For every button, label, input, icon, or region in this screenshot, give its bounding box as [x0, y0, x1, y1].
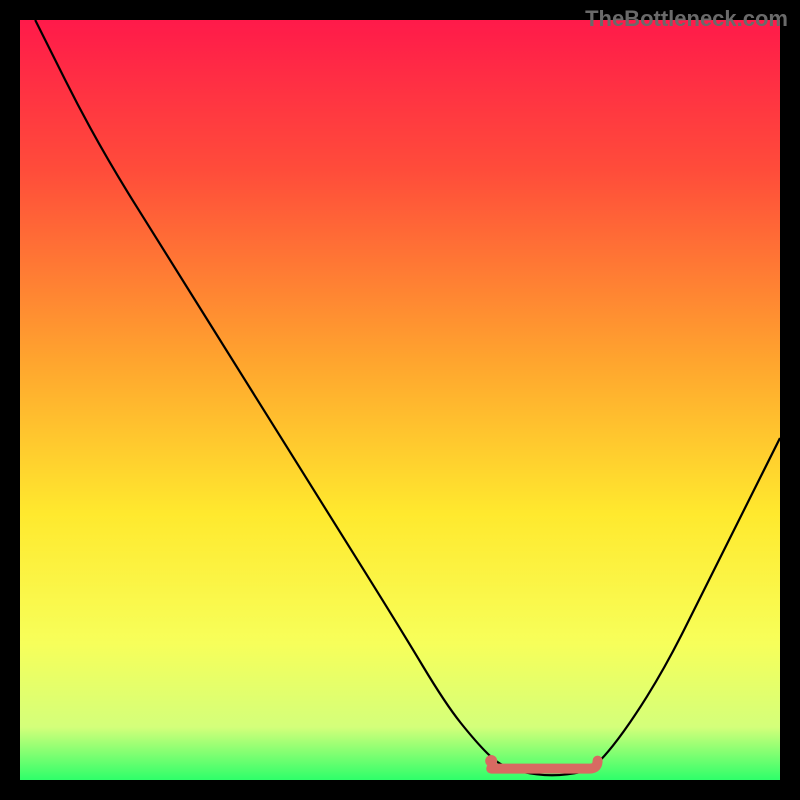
chart-svg: [20, 20, 780, 780]
chart-container: [20, 20, 780, 780]
watermark-text: TheBottleneck.com: [585, 6, 788, 32]
